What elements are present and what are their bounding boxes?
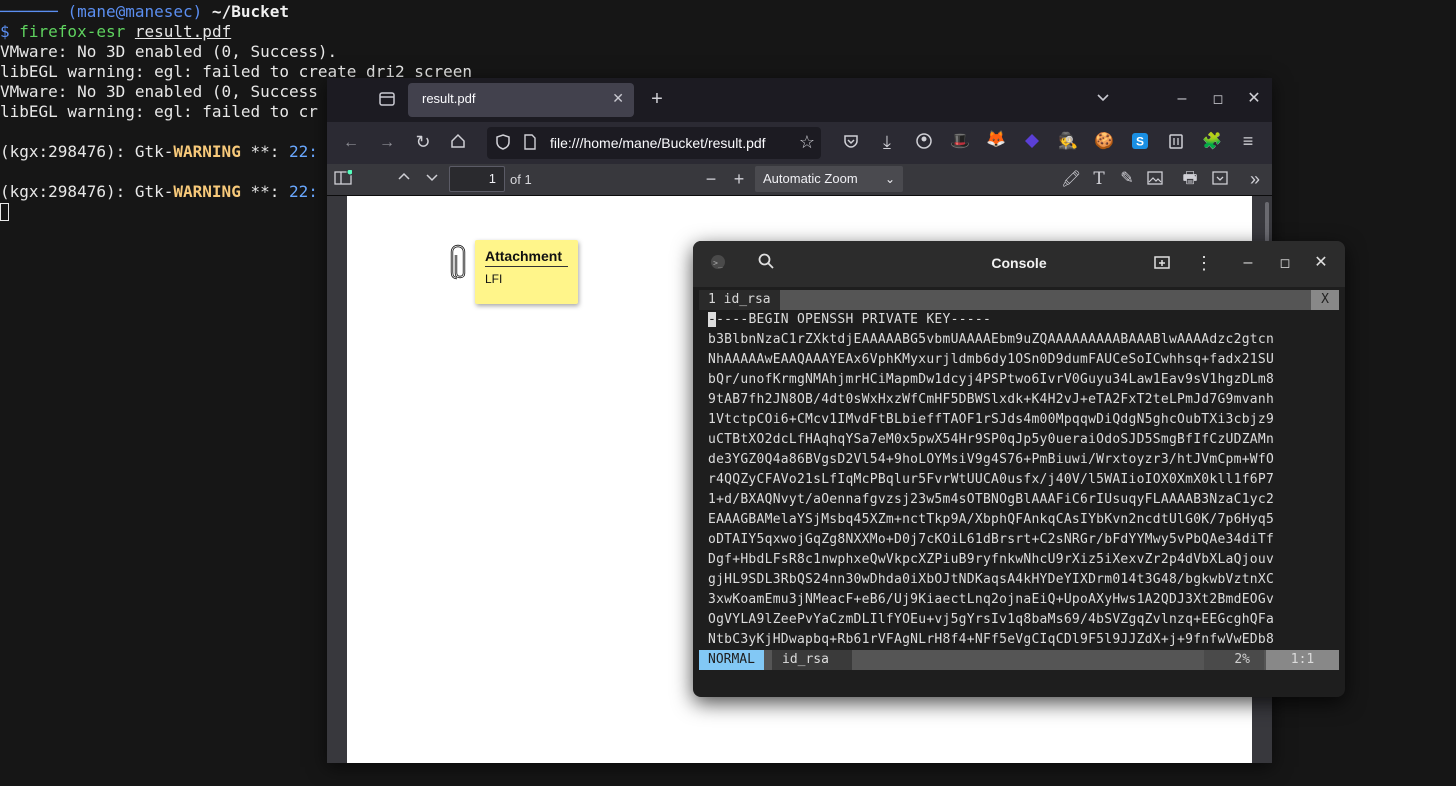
vim-tab[interactable]: 1 id_rsa xyxy=(699,290,780,310)
vim-filename: id_rsa xyxy=(772,650,852,670)
spy-extension-icon[interactable]: 🕵 xyxy=(1057,132,1079,152)
image-icon[interactable] xyxy=(1145,170,1165,192)
save-icon[interactable] xyxy=(1210,170,1230,192)
key-line: b3BlbnNzaC1rZXktdjEAAAAABG5vbmUAAAAEbm9u… xyxy=(708,332,1275,347)
zoom-select[interactable]: Automatic Zoom ⌄ xyxy=(755,166,903,192)
zoom-in-icon[interactable]: + xyxy=(729,169,749,189)
close-tab-icon[interactable]: ✕ xyxy=(612,90,624,107)
terminal-prompt-line: ────── (mane@manesec) ~/Bucket xyxy=(0,2,289,21)
account-icon[interactable] xyxy=(914,132,934,156)
new-tab-icon[interactable]: + xyxy=(647,89,667,109)
attachment-note[interactable]: Attachment LFI xyxy=(475,240,578,304)
extensions-icon[interactable]: 🧩 xyxy=(1201,132,1223,152)
vim-tabline: 1 id_rsa X xyxy=(699,290,1339,310)
url-bar[interactable]: file:///home/mane/Bucket/result.pdf ☆ xyxy=(487,127,821,159)
terminal-cursor xyxy=(0,203,9,221)
key-line: oDTAIY5qxwojGqZg8NXXMo+D0j7cKOiL61dBrsrt… xyxy=(708,532,1275,547)
tab-bar: result.pdf ✕ + – ◻ ✕ xyxy=(327,78,1272,122)
firefox-view-icon[interactable] xyxy=(377,90,397,114)
print-icon[interactable]: 🖶 xyxy=(1180,169,1200,189)
vim-cursor-position: 1:1 xyxy=(1266,650,1339,670)
wappalyzer-extension-icon[interactable] xyxy=(1021,132,1043,156)
key-line: 1VtctpCOi6+CMcv1IMvdFtBLbieffTAOF1rSJds4… xyxy=(708,412,1275,427)
key-line: de3YGZ0Q4a86BVgsD2Vl54+9hoLOYMsiV9g4S76+… xyxy=(708,452,1275,467)
note-title: Attachment xyxy=(485,248,568,267)
key-line: NtbC3yKjHDwapbq+Rb61rVFAgNLrH8f4+NFf5eVg… xyxy=(708,632,1275,647)
terminal-output-line: VMware: No 3D enabled (0, Success). xyxy=(0,42,338,61)
key-line: NhAAAAAwEAAQAAAYEAx6VphKMyxurjldmb6dy1OS… xyxy=(708,352,1275,367)
key-line: uCTBtXO2dcLfHAqhqYSa7eM0x5pwX54Hr9SP0qJp… xyxy=(708,432,1275,447)
pocket-icon[interactable] xyxy=(841,132,861,156)
key-line: r4QQZyCFAVo21sLfIqMcPBqlur5FvrWtUUCA0usf… xyxy=(708,472,1275,487)
text-tool-icon[interactable]: T xyxy=(1089,169,1109,189)
bookmark-star-icon[interactable]: ☆ xyxy=(797,132,817,152)
scrollbar[interactable] xyxy=(1265,202,1269,242)
previous-page-icon[interactable] xyxy=(394,170,414,190)
minimize-icon[interactable]: – xyxy=(1238,253,1258,273)
svg-text:S: S xyxy=(1136,135,1144,149)
forward-icon[interactable]: → xyxy=(377,133,397,153)
page-count: of 1 xyxy=(510,172,532,187)
key-line: 1+d/BXAQNvyt/aOennafgvzsj23w5m4sOTBNOgBl… xyxy=(708,492,1275,507)
terminal-command-line: $ firefox-esr result.pdf xyxy=(0,22,232,41)
vim-tab-close-button[interactable]: X xyxy=(1311,290,1339,310)
console-header: >_ Console ⋮ – ◻ ✕ xyxy=(693,241,1345,287)
next-page-icon[interactable] xyxy=(422,170,442,190)
highlight-icon[interactable]: 🖍 xyxy=(1061,170,1081,190)
draw-icon[interactable]: ✎ xyxy=(1117,169,1137,189)
shield-icon[interactable] xyxy=(494,133,512,157)
vim-percent: 2% xyxy=(1204,650,1264,670)
minimize-icon[interactable]: – xyxy=(1172,89,1192,109)
tab-result-pdf[interactable]: result.pdf ✕ xyxy=(408,83,634,117)
close-window-icon[interactable]: ✕ xyxy=(1311,253,1331,273)
navigation-bar: ← → ↻ file:///home/mane/Bucket/result.pd… xyxy=(327,122,1272,164)
close-window-icon[interactable]: ✕ xyxy=(1244,89,1264,109)
note-body: LFI xyxy=(485,272,503,286)
vim-mode: NORMAL xyxy=(699,650,764,670)
list-all-tabs-icon[interactable] xyxy=(1093,90,1113,110)
home-icon[interactable] xyxy=(448,132,468,156)
proxy-extension-icon[interactable]: 🦊 xyxy=(985,130,1007,150)
clipboard-extension-icon[interactable] xyxy=(1165,132,1187,156)
sidebar-toggle-icon[interactable] xyxy=(333,168,354,192)
page-icon[interactable] xyxy=(521,133,539,157)
paperclip-icon[interactable] xyxy=(447,242,475,284)
cookie-extension-icon[interactable]: 🍪 xyxy=(1093,132,1115,152)
s-extension-icon[interactable]: S xyxy=(1129,132,1151,156)
key-line: Dgf+HbdLFsR8c1nwphxeQwVkpcXZPiuB9ryfnkwN… xyxy=(708,552,1275,567)
pdf-toolbar: 1 of 1 − + Automatic Zoom ⌄ 🖍 T ✎ 🖶 » xyxy=(327,164,1272,196)
downloads-icon[interactable]: ⤓ xyxy=(877,132,897,152)
key-line: gjHL9SDL3RbQS24nn30wDhda0iXbOJtNDKaqsA4k… xyxy=(708,572,1275,587)
reload-icon[interactable]: ↻ xyxy=(413,132,433,152)
key-header-line: -----BEGIN OPENSSH PRIVATE KEY----- xyxy=(708,312,992,327)
key-line: 3xwKoamEmu3jNMeacF+eB6/Uj9KiaectLnq2ojna… xyxy=(708,592,1275,607)
hat-extension-icon[interactable]: 🎩 xyxy=(949,132,971,152)
key-line: OgVYLA9lZeePvYaCzmDLIlfYOEu+vj5gYrsIv1q8… xyxy=(708,612,1275,627)
menu-icon[interactable]: ≡ xyxy=(1237,131,1259,151)
url-text: file:///home/mane/Bucket/result.pdf xyxy=(550,135,766,151)
page-number-input[interactable]: 1 xyxy=(449,166,505,192)
vim-editor[interactable]: 1 id_rsa X -----BEGIN OPENSSH PRIVATE KE… xyxy=(699,290,1339,670)
menu-kebab-icon[interactable]: ⋮ xyxy=(1194,253,1214,273)
maximize-icon[interactable]: ◻ xyxy=(1208,89,1228,109)
tools-icon[interactable]: » xyxy=(1245,169,1265,189)
tab-title: result.pdf xyxy=(422,91,476,106)
zoom-out-icon[interactable]: − xyxy=(701,169,721,189)
console-window: >_ Console ⋮ – ◻ ✕ 1 id_rsa X -----BEGIN… xyxy=(693,241,1345,697)
back-icon[interactable]: ← xyxy=(341,133,361,153)
vim-cursor: - xyxy=(708,312,717,327)
vim-statusline: NORMAL id_rsa 2% 1:1 xyxy=(699,650,1339,670)
key-line: bQr/unofKrmgNMAhjmrHCiMapmDw1dcyj4PSPtwo… xyxy=(708,372,1275,387)
chevron-down-icon: ⌄ xyxy=(884,172,895,186)
maximize-icon[interactable]: ◻ xyxy=(1275,253,1295,273)
key-line: EAAAGBAMelaYSjMsbq45XZm+nctTkp9A/XbphQFA… xyxy=(708,512,1275,527)
key-line: 9tAB7fh2JN8OB/4dt0sWxHxzWfCmHF5DBWSlxdk+… xyxy=(708,392,1275,407)
new-tab-icon[interactable] xyxy=(1152,254,1172,276)
